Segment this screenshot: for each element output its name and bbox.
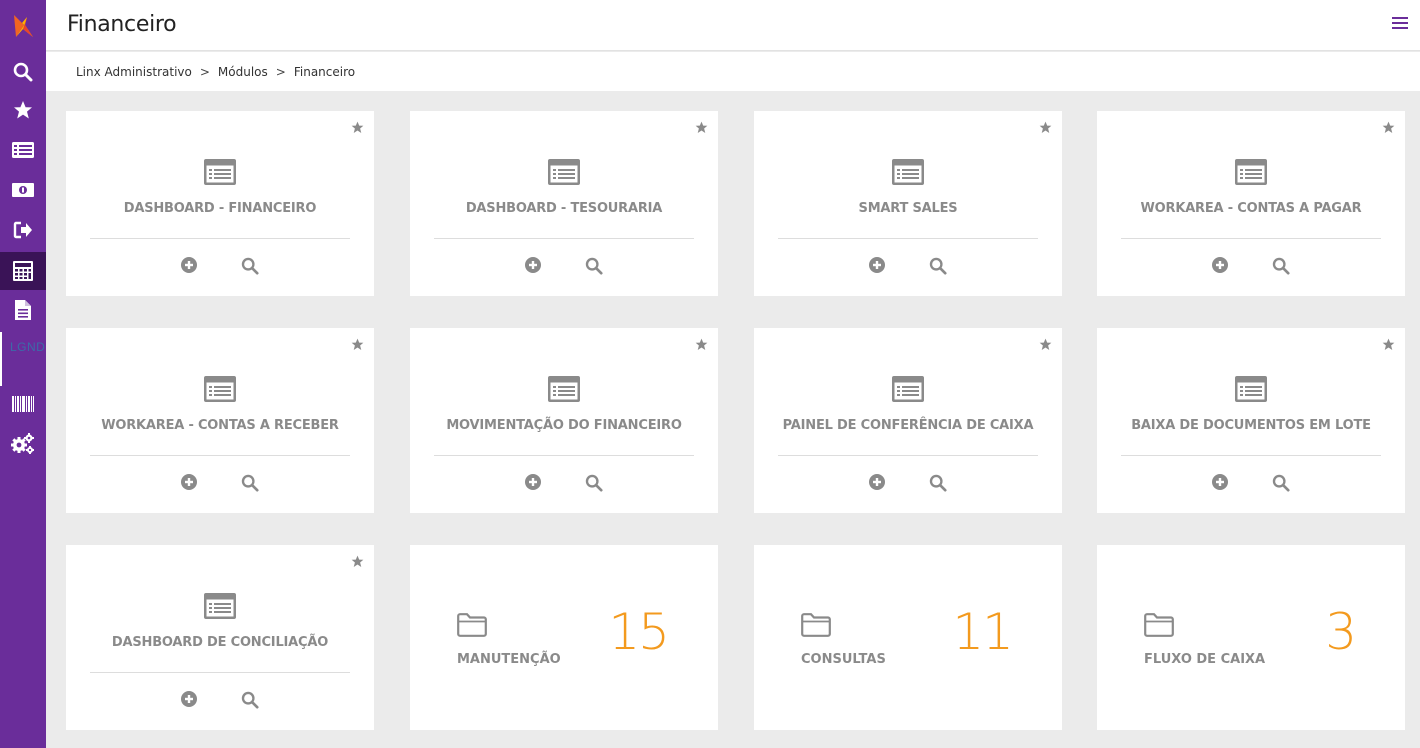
folder-card-1[interactable]: MANUTENÇÃO 15 [410, 545, 718, 730]
module-title: BAIXA DE DOCUMENTOS EM LOTE [1131, 418, 1371, 433]
module-title: MOVIMENTAÇÃO DO FINANCEIRO [446, 418, 682, 433]
search-icon[interactable] [929, 474, 947, 497]
divider [90, 672, 350, 673]
favorite-star-icon[interactable] [351, 555, 364, 573]
search-icon[interactable] [929, 257, 947, 280]
folder-title: MANUTENÇÃO [457, 652, 561, 667]
folder-card-2[interactable]: CONSULTAS 11 [754, 545, 1062, 730]
module-list-icon [204, 159, 236, 190]
active-marker [0, 332, 2, 386]
sidebar: LGND [0, 0, 46, 748]
module-title: SMART SALES [858, 201, 958, 216]
divider [1121, 455, 1381, 456]
breadcrumb-separator: > [275, 65, 286, 79]
folder-card-3[interactable]: FLUXO DE CAIXA 3 [1097, 545, 1405, 730]
favorite-star-icon[interactable] [351, 338, 364, 356]
folder-count: 3 [1325, 603, 1357, 661]
add-circle-icon[interactable] [181, 691, 197, 712]
divider [778, 238, 1038, 239]
folder-icon [1144, 613, 1174, 642]
search-icon[interactable] [585, 474, 603, 497]
folder-icon [801, 613, 831, 642]
add-circle-icon[interactable] [181, 474, 197, 495]
module-title: PAINEL DE CONFERÊNCIA DE CAIXA [782, 418, 1034, 433]
add-circle-icon[interactable] [1212, 474, 1228, 495]
folder-icon [457, 613, 487, 642]
header: Financeiro [46, 0, 1420, 51]
module-list-icon [1235, 159, 1267, 190]
module-list-icon [204, 376, 236, 407]
module-card-8[interactable]: BAIXA DE DOCUMENTOS EM LOTE [1097, 328, 1405, 513]
module-list-icon [548, 159, 580, 190]
module-title: DASHBOARD - FINANCEIRO [123, 201, 317, 216]
hamburger-menu-icon[interactable] [1392, 17, 1408, 33]
breadcrumb-bar: Linx Administrativo > Módulos > Financei… [46, 52, 1420, 91]
add-circle-icon[interactable] [869, 474, 885, 495]
breadcrumb-item-financeiro: Financeiro [293, 65, 356, 79]
module-card-4[interactable]: WORKAREA - CONTAS A PAGAR [1097, 111, 1405, 296]
module-list-icon [892, 376, 924, 407]
module-card-3[interactable]: SMART SALES [754, 111, 1062, 296]
search-icon[interactable] [241, 474, 259, 497]
favorite-star-icon[interactable] [1039, 121, 1052, 139]
search-icon[interactable] [1272, 257, 1290, 280]
module-title: DASHBOARD - TESOURARIA [465, 201, 663, 216]
barcode-icon[interactable] [0, 386, 46, 422]
module-card-6[interactable]: MOVIMENTAÇÃO DO FINANCEIRO [410, 328, 718, 513]
calculator-icon[interactable] [0, 252, 46, 290]
add-circle-icon[interactable] [525, 474, 541, 495]
folder-count: 11 [952, 603, 1014, 661]
breadcrumb-separator: > [199, 65, 210, 79]
favorite-star-icon[interactable] [351, 121, 364, 139]
module-list-icon [892, 159, 924, 190]
divider [778, 455, 1038, 456]
add-circle-icon[interactable] [1212, 257, 1228, 278]
favorite-star-icon[interactable] [1382, 121, 1395, 139]
sidebar-marker-text: LGND [10, 340, 46, 354]
search-icon[interactable] [1272, 474, 1290, 497]
breadcrumb-item-linx-administrativo[interactable]: Linx Administrativo [76, 65, 192, 79]
module-list-icon [204, 593, 236, 624]
add-circle-icon[interactable] [181, 257, 197, 278]
settings-icon[interactable] [0, 426, 46, 462]
search-icon[interactable] [585, 257, 603, 280]
breadcrumb: Linx Administrativo > Módulos > Financei… [76, 65, 355, 79]
money-icon[interactable] [0, 172, 46, 208]
module-card-9[interactable]: DASHBOARD DE CONCILIAÇÃO [66, 545, 374, 730]
favorite-star-icon[interactable] [1382, 338, 1395, 356]
favorite-star-icon[interactable] [1039, 338, 1052, 356]
divider [90, 455, 350, 456]
module-title: WORKAREA - CONTAS A RECEBER [101, 418, 339, 433]
document-icon[interactable] [0, 292, 46, 328]
search-icon[interactable] [241, 691, 259, 714]
module-card-2[interactable]: DASHBOARD - TESOURARIA [410, 111, 718, 296]
search-icon[interactable] [241, 257, 259, 280]
folder-count: 15 [608, 603, 670, 661]
module-list-icon [1235, 376, 1267, 407]
add-circle-icon[interactable] [525, 257, 541, 278]
module-title: WORKAREA - CONTAS A PAGAR [1140, 201, 1362, 216]
add-circle-icon[interactable] [869, 257, 885, 278]
module-card-7[interactable]: PAINEL DE CONFERÊNCIA DE CAIXA [754, 328, 1062, 513]
divider [90, 238, 350, 239]
module-list-icon [548, 376, 580, 407]
favorite-star-icon[interactable] [695, 338, 708, 356]
list-icon[interactable] [0, 132, 46, 168]
folder-title: CONSULTAS [801, 652, 886, 667]
sign-out-icon[interactable] [0, 212, 46, 248]
search-icon[interactable] [0, 54, 46, 90]
module-card-5[interactable]: WORKAREA - CONTAS A RECEBER [66, 328, 374, 513]
module-card-1[interactable]: DASHBOARD - FINANCEIRO [66, 111, 374, 296]
breadcrumb-item-modulos[interactable]: Módulos [218, 65, 268, 79]
divider [434, 238, 694, 239]
divider [434, 455, 694, 456]
folder-title: FLUXO DE CAIXA [1144, 652, 1266, 667]
divider [1121, 238, 1381, 239]
favorite-star-icon[interactable] [695, 121, 708, 139]
logo-icon[interactable] [0, 8, 46, 44]
star-icon[interactable] [0, 92, 46, 128]
module-title: DASHBOARD DE CONCILIAÇÃO [111, 635, 329, 650]
page-title: Financeiro [67, 12, 177, 37]
